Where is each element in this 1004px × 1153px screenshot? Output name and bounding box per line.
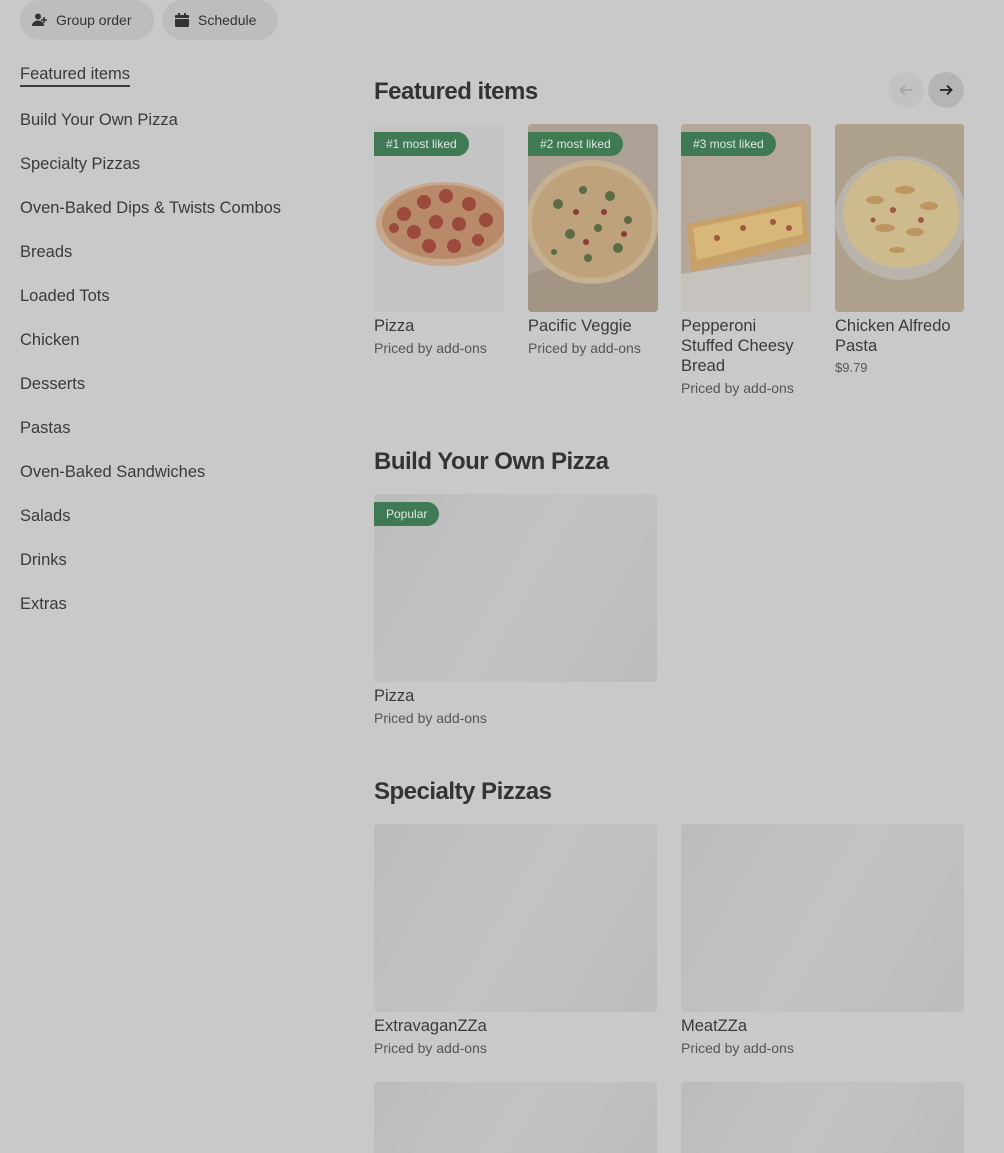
pacific-veggie-image: #2 most liked <box>528 124 658 312</box>
item-name: ExtravaganZZa <box>374 1017 487 1035</box>
arrow-left-icon <box>899 84 912 96</box>
store-menu-page: Group order Schedule Featured items Buil… <box>0 0 1004 1153</box>
sidebar-item-drinks[interactable]: Drinks <box>20 549 67 571</box>
group-order-button[interactable]: Group order <box>20 0 154 40</box>
sidebar-item-featured-items[interactable]: Featured items <box>20 63 131 87</box>
sidebar-item-dips-twists-combos[interactable]: Oven-Baked Dips & Twists Combos <box>20 197 281 219</box>
item-name: Pizza <box>374 317 415 335</box>
carousel-prev-button[interactable] <box>888 72 924 108</box>
schedule-button[interactable]: Schedule <box>162 0 278 40</box>
item-image-placeholder <box>374 824 657 1012</box>
featured-items-heading: Featured items <box>374 78 538 105</box>
add-person-icon <box>32 12 48 28</box>
pizza-image: #1 most liked <box>374 124 504 312</box>
most-liked-badge: #3 most liked <box>681 132 776 156</box>
calendar-icon <box>174 12 190 28</box>
sidebar-item-loaded-tots[interactable]: Loaded Tots <box>20 285 110 307</box>
schedule-label: Schedule <box>198 12 257 28</box>
item-price: Priced by add-ons <box>681 1040 794 1056</box>
item-name: Pepperoni Stuffed Cheesy Bread <box>681 317 794 375</box>
most-liked-badge: #2 most liked <box>528 132 623 156</box>
item-image-placeholder <box>681 824 964 1012</box>
popular-badge: Popular <box>374 502 440 526</box>
item-name: Chicken Alfredo Pasta <box>835 317 951 355</box>
carousel-next-button[interactable] <box>928 72 964 108</box>
cheesy-bread-image: #3 most liked <box>681 124 811 312</box>
sidebar-item-chicken[interactable]: Chicken <box>20 329 80 351</box>
specialty-card-4-image[interactable] <box>681 1082 964 1153</box>
build-your-own-heading: Build Your Own Pizza <box>374 448 609 475</box>
specialty-card-3-image[interactable] <box>374 1082 657 1153</box>
sidebar-item-sandwiches[interactable]: Oven-Baked Sandwiches <box>20 461 205 483</box>
sidebar-item-desserts[interactable]: Desserts <box>20 373 85 395</box>
item-name: MeatZZa <box>681 1017 748 1035</box>
item-price: Priced by add-ons <box>374 710 487 726</box>
sidebar-item-salads[interactable]: Salads <box>20 505 70 527</box>
group-order-label: Group order <box>56 12 132 28</box>
item-image-placeholder: Popular <box>374 494 657 682</box>
sidebar-item-pastas[interactable]: Pastas <box>20 417 70 439</box>
sidebar-item-extras[interactable]: Extras <box>20 593 67 615</box>
arrow-right-icon <box>940 84 953 96</box>
most-liked-badge: #1 most liked <box>374 132 469 156</box>
item-price: Priced by add-ons <box>374 340 487 356</box>
sidebar-item-build-your-own-pizza[interactable]: Build Your Own Pizza <box>20 109 178 131</box>
sidebar-item-specialty-pizzas[interactable]: Specialty Pizzas <box>20 153 140 175</box>
chicken-alfredo-image <box>835 124 964 312</box>
item-price: $9.79 <box>835 360 868 375</box>
item-name: Pizza <box>374 687 415 705</box>
item-price: Priced by add-ons <box>374 1040 487 1056</box>
specialty-pizzas-heading: Specialty Pizzas <box>374 778 552 805</box>
item-name: Pacific Veggie <box>528 317 632 335</box>
item-price: Priced by add-ons <box>528 340 641 356</box>
item-price: Priced by add-ons <box>681 380 794 396</box>
sidebar-item-breads[interactable]: Breads <box>20 241 72 263</box>
